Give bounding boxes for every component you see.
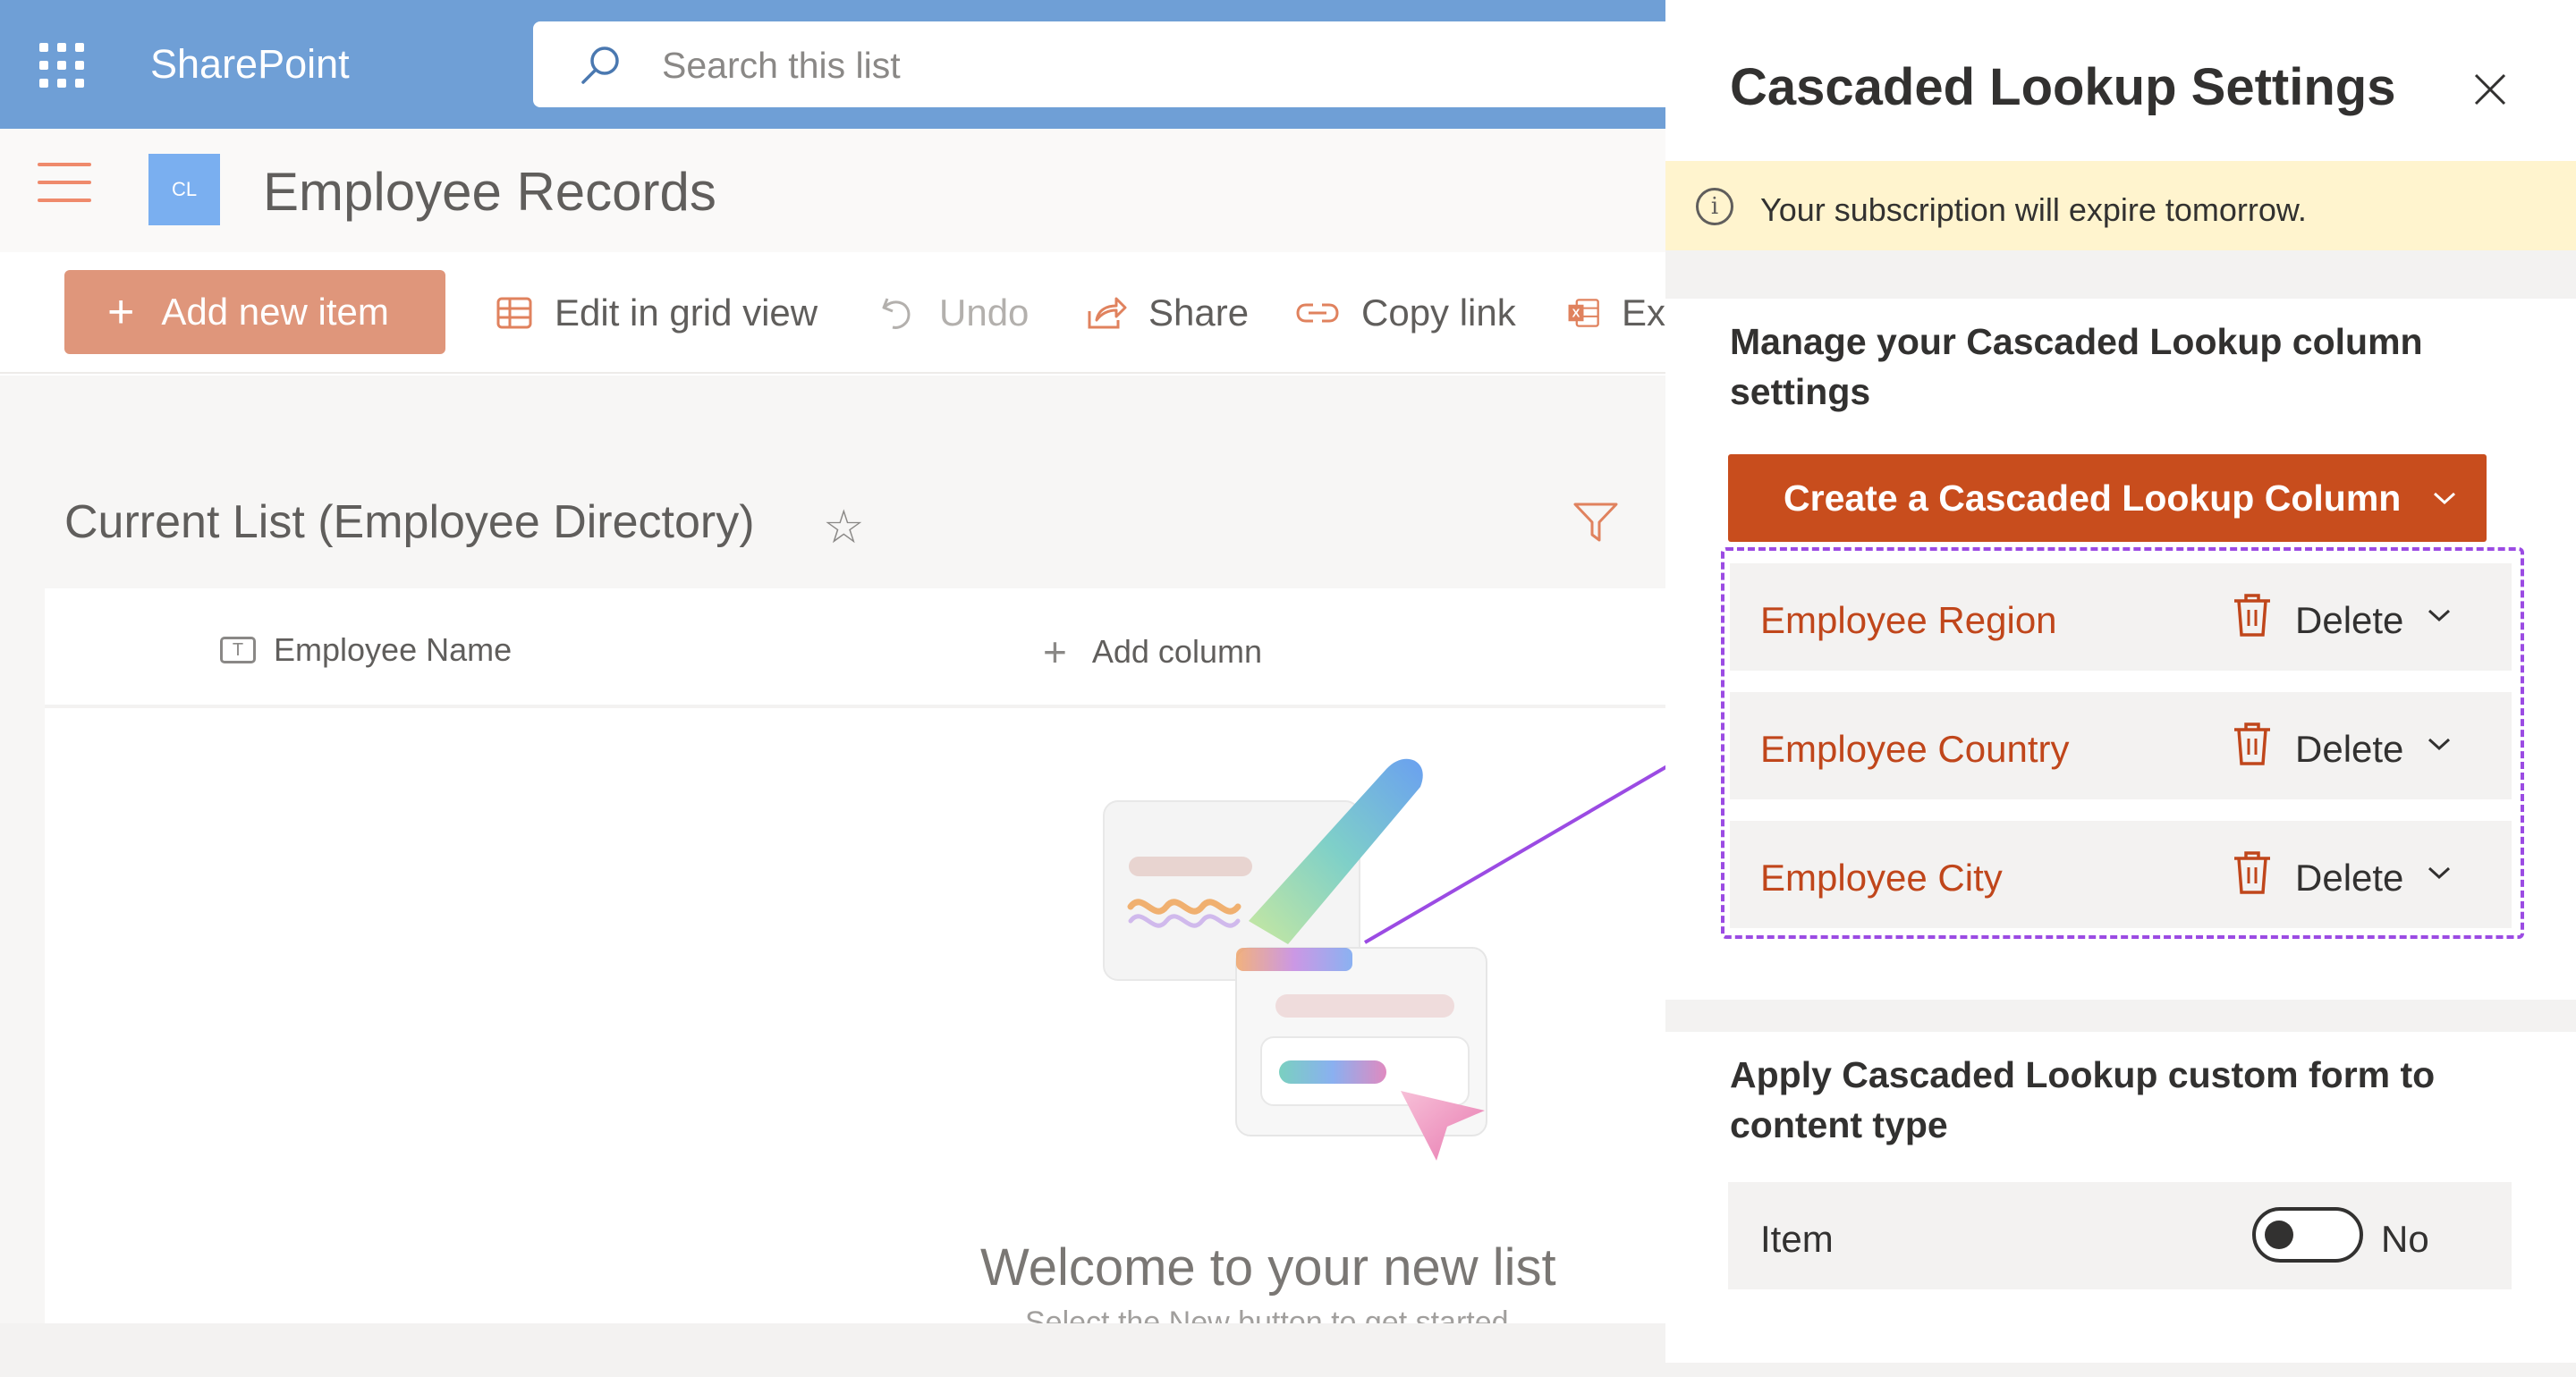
excel-icon: X xyxy=(1568,299,1599,327)
panel-title: Cascaded Lookup Settings xyxy=(1730,58,2396,116)
chevron-down-icon[interactable] xyxy=(2428,737,2451,751)
column-header-employee-name[interactable]: T Employee Name xyxy=(220,631,512,669)
app-launcher-icon[interactable] xyxy=(39,43,84,88)
trash-icon[interactable] xyxy=(2231,592,2274,638)
add-new-item-button[interactable]: + Add new item xyxy=(64,270,445,354)
lookup-column-row[interactable]: Employee City Delete xyxy=(1730,821,2512,928)
toggle-knob xyxy=(2265,1221,2293,1249)
apply-form-toggle[interactable] xyxy=(2252,1207,2363,1263)
manage-section-title: Manage your Cascaded Lookup column setti… xyxy=(1730,321,2423,412)
undo-button[interactable]: Undo xyxy=(878,288,1029,338)
copy-link-button[interactable]: Copy link xyxy=(1295,288,1516,338)
chevron-down-icon xyxy=(2434,492,2456,505)
delete-button[interactable]: Delete xyxy=(2295,599,2403,642)
trash-icon[interactable] xyxy=(2231,849,2274,896)
lookup-column-name[interactable]: Employee Country xyxy=(1760,728,2070,771)
lookup-column-row[interactable]: Employee Country Delete xyxy=(1730,692,2512,799)
lookup-column-name[interactable]: Employee City xyxy=(1760,857,2003,900)
delete-button[interactable]: Delete xyxy=(2295,728,2403,771)
undo-label: Undo xyxy=(939,291,1030,334)
copy-link-label: Copy link xyxy=(1361,291,1516,334)
create-cascaded-lookup-button[interactable]: Create a Cascaded Lookup Column xyxy=(1728,454,2487,542)
welcome-heading: Welcome to your new list xyxy=(980,1238,1556,1297)
close-icon[interactable] xyxy=(2470,70,2510,109)
filter-icon[interactable] xyxy=(1572,501,1619,544)
create-button-label: Create a Cascaded Lookup Column xyxy=(1784,477,2402,519)
share-icon xyxy=(1088,297,1127,329)
share-button[interactable]: Share xyxy=(1086,288,1249,338)
trash-icon[interactable] xyxy=(2231,721,2274,767)
edit-grid-view-button[interactable]: Edit in grid view xyxy=(496,288,818,338)
site-header xyxy=(0,129,1665,252)
export-label: Ex xyxy=(1621,291,1665,334)
list-title: Current List (Employee Directory) xyxy=(64,496,755,548)
site-logo[interactable]: CL xyxy=(148,154,220,225)
subscription-notice: i Your subscription will expire tomorrow… xyxy=(1665,161,2576,250)
text-column-icon: T xyxy=(220,637,256,663)
lookup-column-row[interactable]: Employee Region Delete xyxy=(1730,563,2512,671)
share-label: Share xyxy=(1148,291,1250,334)
apply-section-title: Apply Cascaded Lookup custom form to con… xyxy=(1730,1054,2436,1145)
plus-icon: + xyxy=(107,286,135,338)
site-title[interactable]: Employee Records xyxy=(263,161,716,223)
add-new-item-label: Add new item xyxy=(161,291,389,333)
delete-button[interactable]: Delete xyxy=(2295,857,2403,900)
grid-icon xyxy=(496,297,532,329)
column-name-label: Employee Name xyxy=(274,631,513,668)
lookup-column-name[interactable]: Employee Region xyxy=(1760,599,2057,642)
add-column-label: Add column xyxy=(1091,633,1262,670)
search-input[interactable]: Search this list xyxy=(662,45,901,87)
plus-icon: + xyxy=(1043,629,1067,675)
notice-text: Your subscription will expire tomorrow. xyxy=(1760,191,2307,228)
info-icon: i xyxy=(1696,188,1733,225)
content-type-row: Item No xyxy=(1728,1182,2512,1289)
link-icon xyxy=(1296,303,1339,323)
brand-name[interactable]: SharePoint xyxy=(150,41,350,88)
search-icon xyxy=(581,46,619,84)
chevron-down-icon[interactable] xyxy=(2428,608,2451,622)
favorite-star-icon[interactable]: ☆ xyxy=(823,501,865,554)
svg-text:X: X xyxy=(1572,307,1580,320)
toggle-state-label: No xyxy=(2381,1218,2429,1260)
edit-grid-view-label: Edit in grid view xyxy=(555,291,818,334)
bottom-nav xyxy=(0,1323,1665,1377)
chevron-down-icon[interactable] xyxy=(2428,866,2451,880)
hamburger-menu-icon[interactable] xyxy=(38,163,91,216)
undo-icon xyxy=(882,298,911,329)
content-type-name: Item xyxy=(1760,1218,1834,1260)
add-column-button[interactable]: + Add column xyxy=(1043,631,1262,672)
export-excel-button[interactable]: X Ex xyxy=(1567,288,1665,338)
